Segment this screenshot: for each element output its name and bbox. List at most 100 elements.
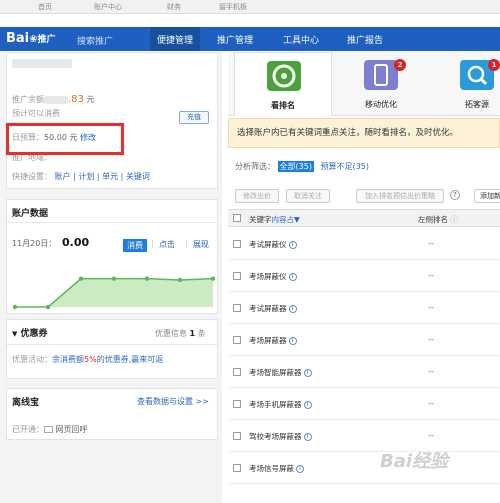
col-content-sort[interactable]: 内容占 (272, 215, 295, 224)
baidu-logo[interactable]: Bai❀推广 (6, 31, 56, 46)
find-customers-badge: 1 (488, 59, 500, 71)
mobile-optimize-icon (364, 60, 398, 90)
table-row: 考场智能屏蔽器 i -- (228, 356, 500, 388)
account-name-blur (12, 59, 72, 68)
tool-mobile-optimize[interactable]: 2 移动优化 (332, 52, 430, 116)
tab-impressions[interactable]: 展现 (193, 239, 209, 250)
tab-clicks[interactable]: 点击 (159, 239, 175, 250)
row-checkbox[interactable] (233, 240, 241, 248)
phone-icon (44, 426, 53, 433)
table-row: 考场屏蔽仪 i -- (228, 260, 500, 292)
quick-settings-row: 快捷设置： 账户 | 计划 | 单元 | 关键词 (12, 172, 150, 181)
account-data-card: 账户数据 11月20日： 0.00 消费 | 点击 | 展现 (6, 199, 218, 314)
keyword-name: 考场手机屏蔽器 i (249, 399, 312, 410)
lixianbao-settings-link[interactable]: 查看数据与设置 >> (137, 396, 209, 407)
info-icon[interactable]: i (296, 465, 304, 473)
help-icon[interactable]: ? (450, 190, 460, 200)
product-name: 搜索推广 (77, 37, 114, 47)
add-strategy-button[interactable]: 加入排名预估出价策略 (356, 189, 444, 203)
rank-icon (267, 61, 301, 91)
keyword-name: 考场智能屏蔽器 i (249, 367, 312, 378)
lixianbao-card: 离线宝 查看数据与设置 >> 已开通： 网页回呼 (6, 388, 218, 440)
chart-point (78, 276, 84, 281)
quick-link-unit[interactable]: 单元 (102, 172, 118, 181)
mobile-optimize-badge: 2 (394, 59, 406, 71)
recharge-button[interactable]: 充值 (179, 111, 209, 124)
row-checkbox[interactable] (233, 432, 241, 440)
filter-all[interactable]: 全部(35) (277, 161, 314, 172)
row-checkbox[interactable] (233, 304, 241, 312)
nav-item-reports[interactable]: 推广报告 (347, 33, 383, 46)
top-link-account[interactable]: 账户中心 (94, 2, 122, 12)
keyword-name: 考场屏蔽器 i (249, 335, 297, 346)
add-new-button[interactable]: 添加新关 (474, 189, 500, 203)
row-checkbox[interactable] (233, 272, 241, 280)
unfollow-button[interactable]: 取消关注 (286, 189, 330, 203)
coupon-activity: 优惠活动：余消费额5%的优惠券,赢来可返 (12, 355, 164, 364)
select-all-checkbox[interactable] (233, 214, 241, 222)
watermark: Bai经验 (380, 451, 449, 472)
modify-bid-button[interactable]: 修改出价 (235, 189, 279, 203)
rank-value: -- (428, 271, 434, 280)
rank-value: -- (428, 367, 434, 376)
coupon-info: 优惠信息 1 条 (155, 329, 206, 338)
chart-point (144, 276, 150, 281)
coupon-title[interactable]: ▼ 优惠券 (12, 326, 48, 339)
nav-item-quick-manage[interactable]: 便捷管理 (150, 27, 201, 51)
quick-link-keyword[interactable]: 关键词 (126, 172, 150, 181)
tab-spend[interactable]: 消费 (123, 239, 147, 252)
main-nav: Bai❀推广 搜索推广 便捷管理 推广管理 工具中心 推广报告 (0, 27, 500, 51)
info-icon[interactable]: i (303, 433, 312, 441)
balance-row: 推广余额 .83 元 (12, 94, 95, 105)
table-row: 驾校考场屏蔽器 i -- (228, 420, 500, 452)
chart-point (177, 277, 183, 283)
row-checkbox[interactable] (233, 336, 241, 344)
rank-value: -- (428, 239, 434, 248)
table-row: 考试屏蔽器 i -- (228, 292, 500, 324)
rank-value: -- (428, 335, 434, 344)
top-link-home[interactable]: 首页 (38, 2, 52, 12)
account-data-title: 账户数据 (12, 209, 49, 219)
tool-find-customers[interactable]: 1 拓客源 (430, 52, 500, 116)
keyword-name: 考试屏蔽器 i (249, 303, 297, 314)
top-link-mobile[interactable]: 留手机板 (219, 2, 247, 12)
filter-row: 分析筛选： 全部(35) 预算不足(35) (235, 161, 369, 172)
info-icon[interactable]: i (288, 337, 297, 345)
row-checkbox[interactable] (233, 400, 241, 408)
quick-link-account[interactable]: 账户 (55, 172, 71, 181)
nav-item-tools[interactable]: 工具中心 (283, 33, 319, 46)
chart-point (210, 276, 216, 281)
notice-banner: 选择账户内已有关键词重点关注，随时看排名，及时优化。 (228, 118, 500, 148)
top-link-finance[interactable]: 财务 (167, 2, 181, 12)
filter-budget-insufficient[interactable]: 预算不足(35) (321, 162, 369, 171)
table-row: 考场手机屏蔽器 i -- (228, 388, 500, 420)
data-date: 11月20日： (12, 239, 57, 248)
info-icon[interactable]: i (303, 401, 312, 409)
info-icon[interactable]: i (288, 305, 297, 313)
row-checkbox[interactable] (233, 464, 241, 472)
chart-point (12, 304, 18, 310)
info-icon[interactable]: i (288, 273, 297, 281)
tool-rank[interactable]: 看排名 (234, 52, 332, 116)
coupon-card: ▼ 优惠券 优惠信息 1 条 优惠活动：余消费额5%的优惠券,赢来可返 (6, 319, 218, 379)
nav-item-promotion-manage[interactable]: 推广管理 (217, 33, 253, 46)
info-icon[interactable]: i (288, 241, 297, 249)
row-checkbox[interactable] (233, 368, 241, 376)
rank-value: -- (428, 303, 434, 312)
account-data-chart (12, 276, 216, 310)
rank-value: -- (428, 431, 434, 440)
table-row: 考场屏蔽器 i -- (228, 324, 500, 356)
rank-value: -- (428, 399, 434, 408)
keyword-name: 考试屏蔽仪 i (249, 239, 297, 250)
data-value: 0.00 (62, 236, 90, 249)
keyword-table-header: 关键字内容占▼ 左侧排名 ⓘ (228, 209, 500, 227)
col-left-rank[interactable]: 左侧排名 ⓘ (418, 214, 458, 225)
keyword-name: 驾校考场屏蔽器 i (249, 431, 312, 442)
top-bar: 首页 账户中心 财务 留手机板 (0, 0, 500, 14)
chart-point (111, 276, 117, 281)
info-icon[interactable]: i (303, 369, 312, 377)
budget-highlight-box (6, 123, 124, 155)
chart-point (45, 304, 51, 310)
chart-area (15, 278, 213, 307)
quick-link-plan[interactable]: 计划 (78, 172, 94, 181)
